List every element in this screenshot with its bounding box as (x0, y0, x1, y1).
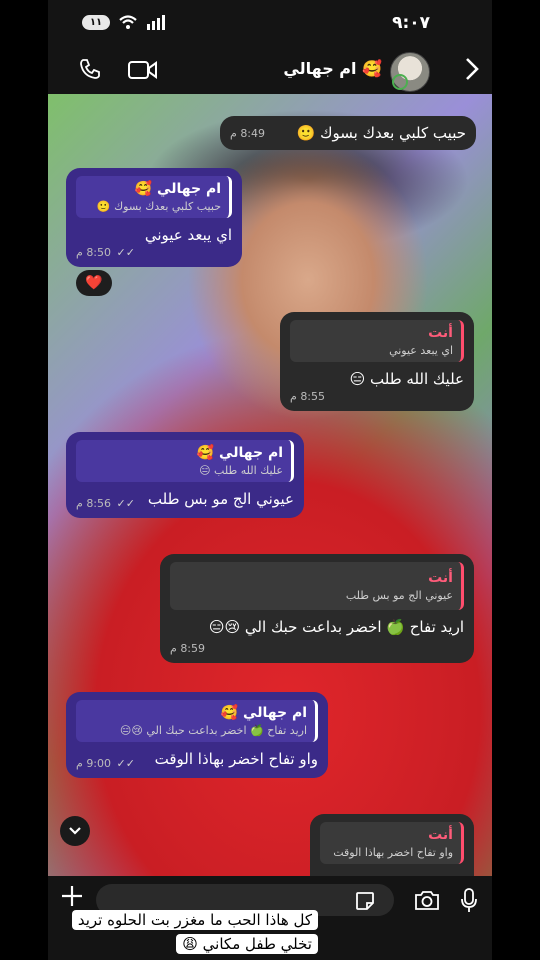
back-icon[interactable] (464, 54, 480, 84)
double-check-icon: ✓✓ (116, 757, 135, 770)
reply-sender: أنت (428, 827, 453, 843)
chat-header: ام جهالي 🥰 (48, 46, 492, 94)
sticker-icon[interactable] (354, 890, 376, 912)
message-bubble[interactable]: أنت عيوني الج مو بس طلب اريد تفاح 🍏 اخضر… (160, 554, 474, 663)
double-check-icon: ✓✓ (116, 246, 135, 259)
message-bubble[interactable]: ام جهالي 🥰 اريد تفاح 🍏 اخضر بداعت حبك ال… (66, 692, 328, 778)
message-text: حبيب كلبي بعدك بسوك 🙂 (296, 124, 466, 142)
message-meta: ✓✓ 8:56 م (76, 497, 135, 510)
reply-quote[interactable]: ام جهالي 🥰 اريد تفاح 🍏 اخضر بداعت حبك ال… (76, 700, 318, 742)
message-bubble[interactable]: ام جهالي 🥰 عليك الله طلب 😑 ✓✓ 8:56 م عيو… (66, 432, 304, 518)
status-icons: ١١ (82, 14, 168, 30)
caption-text: كل هاذا الحب ما مغزر بت الحلوه تريد تخلي… (71, 910, 318, 954)
camera-icon[interactable] (414, 889, 440, 911)
reply-text: حبيب كلبي بعدك بسوك 🙂 (96, 200, 221, 213)
avatar[interactable] (390, 52, 430, 92)
message-text: واو تفاح اخضر بهاذا الوقت (154, 750, 318, 768)
reply-sender: أنت (428, 325, 453, 341)
message-meta: ✓✓ 8:50 م (76, 246, 232, 259)
reply-quote[interactable]: أنت عيوني الج مو بس طلب (170, 562, 464, 610)
message-time: 8:59 م (170, 642, 206, 655)
message-time: 8:50 م (76, 246, 112, 259)
message-text: عيوني الج مو بس طلب (147, 490, 294, 508)
signal-icon (147, 15, 165, 30)
phone-icon[interactable] (78, 57, 102, 81)
message-text: عليك الله طلب 😑 (349, 370, 464, 388)
reply-text: اريد تفاح 🍏 اخضر بداعت حبك الي 😢😑 (119, 724, 307, 737)
reaction-badge[interactable]: ❤️ (76, 270, 112, 296)
reply-quote[interactable]: أنت اي يبعد عيوني (290, 320, 464, 362)
reply-text: واو تفاح اخضر بهاذا الوقت (333, 846, 453, 859)
reply-quote[interactable]: أنت واو تفاح اخضر بهاذا الوقت (320, 822, 464, 864)
reply-text: عيوني الج مو بس طلب (345, 589, 453, 602)
message-text: اريد تفاح 🍏 اخضر بداعت حبك الي 😢😑 (208, 618, 464, 636)
status-ring-icon (392, 74, 408, 90)
reply-sender: ام جهالي 🥰 (134, 181, 221, 197)
contact-name[interactable]: ام جهالي 🥰 (283, 59, 382, 78)
message-bubble[interactable]: أنت واو تفاح اخضر بهاذا الوقت (310, 814, 474, 876)
video-icon[interactable] (128, 59, 158, 81)
status-bar: ١١ ٩:٠٧ (48, 0, 492, 46)
phone-screen: ١١ ٩:٠٧ ام جهالي 🥰 8:49 م حبيب كلبي بعدك… (48, 0, 492, 960)
reply-quote[interactable]: ام جهالي 🥰 حبيب كلبي بعدك بسوك 🙂 (76, 176, 232, 218)
message-text: اي يبعد عيوني (144, 226, 232, 244)
overlay-caption: كل هاذا الحب ما مغزر بت الحلوه تريد تخلي… (44, 908, 318, 956)
wifi-icon (119, 15, 137, 29)
reply-text: عليك الله طلب 😑 (199, 464, 283, 477)
message-time: 8:55 م (290, 390, 326, 403)
reply-text: اي يبعد عيوني (389, 344, 453, 357)
plus-icon[interactable] (60, 884, 84, 908)
clock: ٩:٠٧ (392, 13, 430, 33)
scroll-down-button[interactable] (60, 816, 90, 846)
message-time: 8:49 م (230, 126, 266, 140)
message-bubble[interactable]: 8:49 م حبيب كلبي بعدك بسوك 🙂 (220, 116, 476, 150)
double-check-icon: ✓✓ (116, 497, 135, 510)
mic-icon[interactable] (460, 888, 478, 914)
reply-sender: ام جهالي 🥰 (220, 705, 307, 721)
reply-sender: أنت (428, 570, 453, 586)
message-time: 8:56 م (76, 497, 112, 510)
battery-icon: ١١ (82, 14, 110, 30)
message-bubble[interactable]: ام جهالي 🥰 حبيب كلبي بعدك بسوك 🙂 اي يبعد… (66, 168, 242, 267)
message-bubble[interactable]: أنت اي يبعد عيوني عليك الله طلب 😑 8:55 م (280, 312, 474, 411)
reply-quote[interactable]: ام جهالي 🥰 عليك الله طلب 😑 (76, 440, 294, 482)
scroll-down-icon (69, 827, 81, 835)
message-meta: ✓✓ 9:00 م (76, 757, 135, 770)
message-time: 9:00 م (76, 757, 112, 770)
reply-sender: ام جهالي 🥰 (196, 445, 283, 461)
